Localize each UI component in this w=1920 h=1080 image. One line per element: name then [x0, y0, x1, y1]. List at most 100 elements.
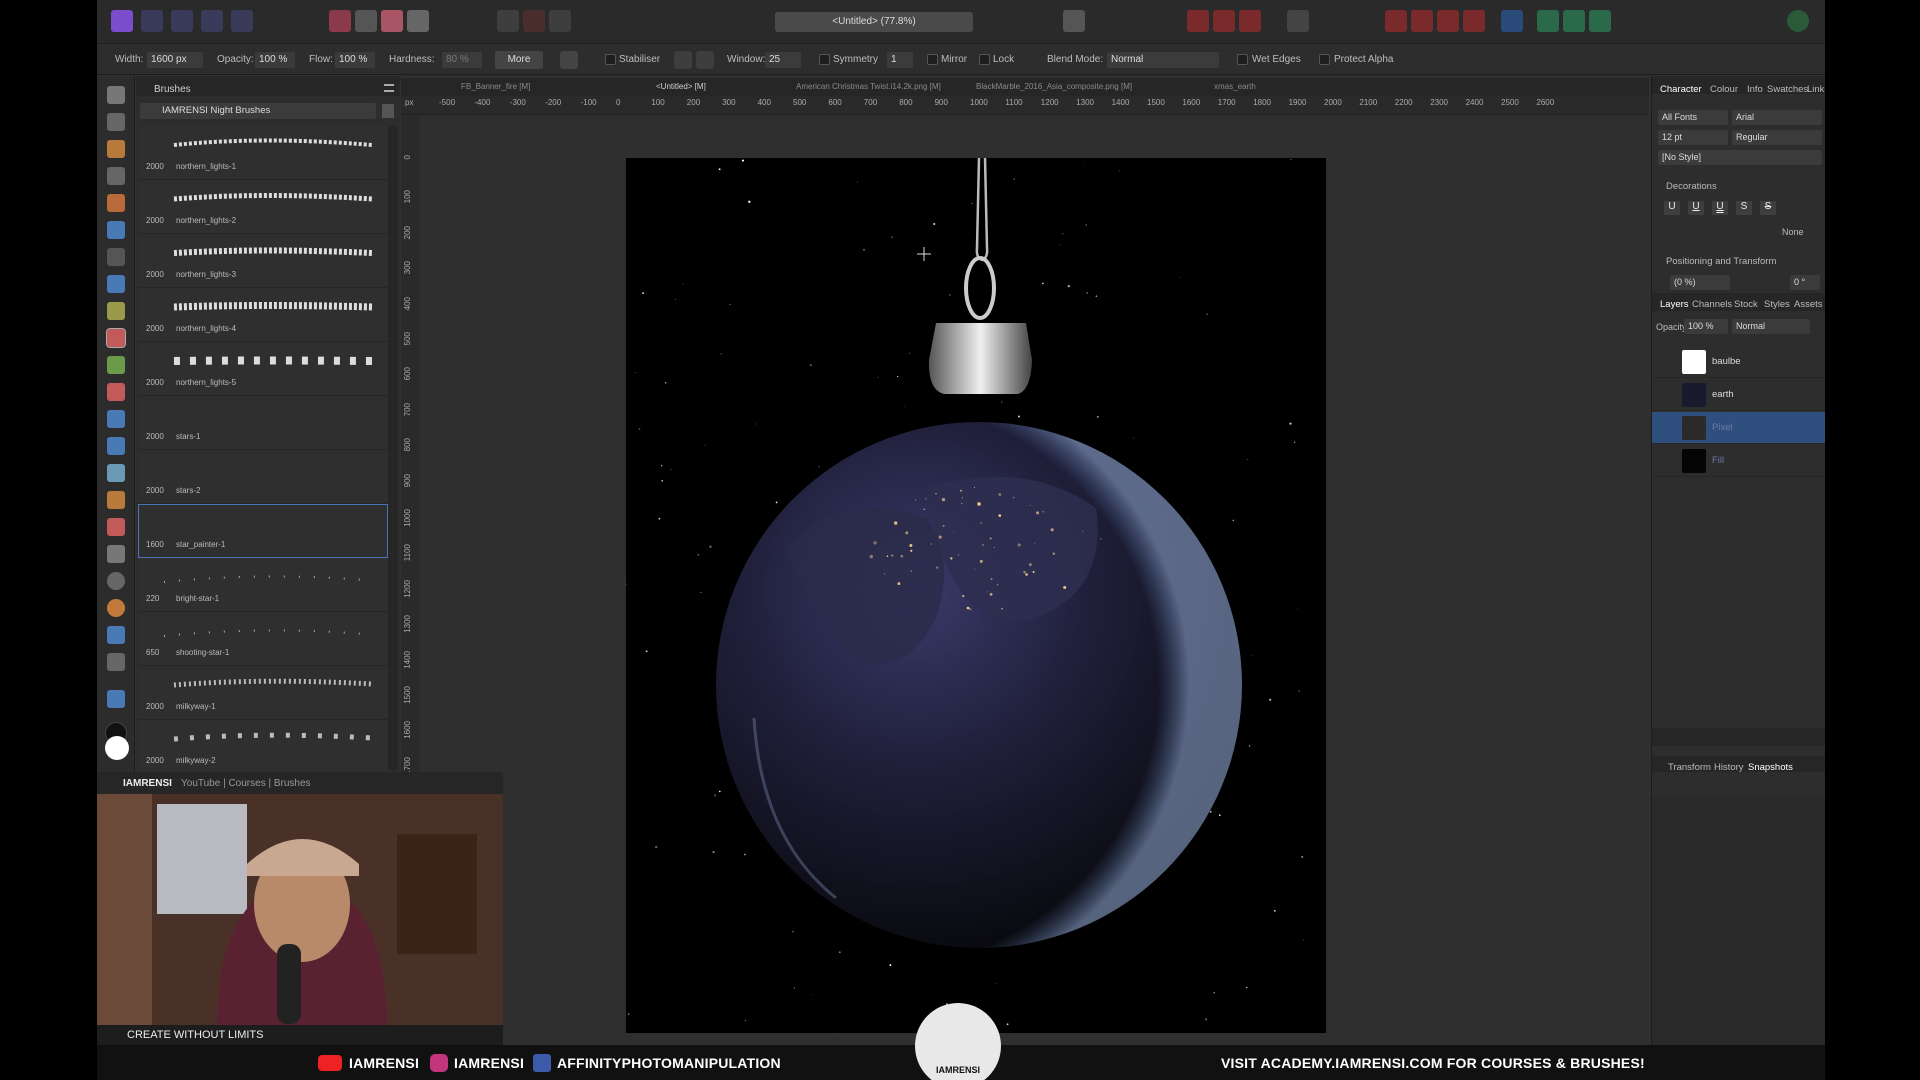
tab-transform[interactable]: Transform: [1668, 762, 1711, 773]
marquee-tool-icon[interactable]: [107, 248, 125, 266]
brush-item[interactable]: 2000 northern_lights-5: [138, 342, 388, 396]
affinity-photo-logo-icon[interactable]: [111, 10, 133, 32]
assistant-icon[interactable]: [1287, 10, 1309, 32]
brush-item[interactable]: 2000 milkyway-1: [138, 666, 388, 720]
document-settings-icon[interactable]: [329, 10, 351, 32]
brush-category-select[interactable]: IAMRENSI Night Brushes: [140, 103, 376, 119]
develop-persona-icon[interactable]: [171, 10, 193, 32]
brush-item[interactable]: 1600 star_painter-1: [138, 504, 388, 558]
auto-white-balance-icon[interactable]: [407, 10, 429, 32]
tab-info[interactable]: Info: [1747, 84, 1763, 95]
underline-double-icon[interactable]: U: [1712, 201, 1728, 215]
brush-item[interactable]: 2000 northern_lights-4: [138, 288, 388, 342]
healing-brush-tool-icon[interactable]: [107, 464, 125, 482]
opacity-field[interactable]: 100 %: [255, 52, 295, 68]
brush-item[interactable]: 650 shooting-star-1: [138, 612, 388, 666]
mesh-warp-tool-icon[interactable]: [107, 653, 125, 671]
stabiliser-checkbox[interactable]: [605, 54, 616, 65]
tab-stock[interactable]: Stock: [1734, 299, 1758, 310]
tab-assets[interactable]: Assets: [1794, 299, 1823, 310]
move-backward-icon[interactable]: [1437, 10, 1459, 32]
panel-menu-icon[interactable]: [384, 84, 394, 92]
tab-xmas-earth[interactable]: xmas_earth: [1214, 82, 1256, 91]
symmetry-checkbox[interactable]: [819, 54, 830, 65]
tab-american-christmas[interactable]: American Christmas Twist.i14.2k.png [M]: [796, 82, 941, 91]
crop-tool-icon[interactable]: [107, 167, 125, 185]
magnet-icon[interactable]: [1239, 10, 1261, 32]
tab-blackmarble[interactable]: BlackMarble_2016_Asia_composite.png [M]: [976, 82, 1132, 91]
font-family-select[interactable]: Arial: [1732, 110, 1822, 125]
brush-item[interactable]: 2000 milkyway-2: [138, 720, 388, 772]
tab-styles[interactable]: Styles: [1764, 299, 1790, 310]
tab-snapshots[interactable]: Snapshots: [1748, 762, 1793, 773]
boolean-intersect-icon[interactable]: [1589, 10, 1611, 32]
width-field[interactable]: 1600 px: [147, 52, 203, 68]
pen-tool-icon[interactable]: [107, 545, 125, 563]
account-icon[interactable]: [1787, 10, 1809, 32]
brush-menu-icon[interactable]: [382, 104, 394, 118]
brushes-tab[interactable]: Brushes: [154, 84, 191, 95]
layer-row[interactable]: baulbe: [1652, 346, 1825, 378]
primary-colour-swatch[interactable]: [105, 736, 129, 760]
blend-mode-select[interactable]: Normal: [1107, 52, 1219, 68]
tab-links[interactable]: Links: [1807, 84, 1825, 95]
font-collection-select[interactable]: All Fonts: [1658, 110, 1728, 125]
move-to-front-icon[interactable]: [1385, 10, 1407, 32]
window-field[interactable]: 25: [765, 52, 801, 68]
document-title[interactable]: <Untitled> (77.8%): [775, 12, 973, 32]
font-size-field[interactable]: 12 pt: [1658, 130, 1728, 145]
layer-row[interactable]: Fill: [1652, 445, 1825, 477]
gradient-tool-icon[interactable]: [107, 302, 125, 320]
document-canvas[interactable]: [626, 158, 1326, 1033]
arrange-icon[interactable]: [1213, 10, 1235, 32]
tab-layers[interactable]: Layers: [1660, 299, 1689, 310]
snapping-icon[interactable]: [1187, 10, 1209, 32]
tab-channels[interactable]: Channels: [1692, 299, 1732, 310]
strikethrough-icon[interactable]: S: [1736, 201, 1752, 215]
brush-settings-icon[interactable]: [560, 51, 578, 69]
brush-item[interactable]: 2000 northern_lights-3: [138, 234, 388, 288]
tab-untitled[interactable]: <Untitled> [M]: [656, 82, 706, 91]
move-forward-icon[interactable]: [1411, 10, 1433, 32]
layer-opacity-field[interactable]: 100 %: [1684, 319, 1728, 334]
move-to-back-icon[interactable]: [1463, 10, 1485, 32]
underline-icon[interactable]: U: [1664, 201, 1680, 215]
view-tool-icon[interactable]: [107, 86, 125, 104]
wet-edges-checkbox[interactable]: [1237, 54, 1248, 65]
font-style-select[interactable]: Regular: [1732, 130, 1822, 145]
layer-row[interactable]: earth: [1652, 379, 1825, 411]
erase-brush-tool-icon[interactable]: [107, 383, 125, 401]
tone-mapping-persona-icon[interactable]: [201, 10, 223, 32]
text-tool-icon[interactable]: [107, 626, 125, 644]
blur-brush-tool-icon[interactable]: [107, 410, 125, 428]
selection-mode-icon[interactable]: [497, 10, 519, 32]
flow-field[interactable]: 100 %: [335, 52, 375, 68]
tab-swatches[interactable]: Swatches: [1767, 84, 1808, 95]
deselect-icon[interactable]: [523, 10, 545, 32]
protect-alpha-checkbox[interactable]: [1319, 54, 1330, 65]
clone-brush-tool-icon[interactable]: [107, 437, 125, 455]
quick-mask-icon[interactable]: [1063, 10, 1085, 32]
export-persona-icon[interactable]: [231, 10, 253, 32]
layer-blend-select[interactable]: Normal: [1732, 319, 1810, 334]
brush-item[interactable]: 2000 stars-2: [138, 450, 388, 504]
positioning-section[interactable]: Positioning and Transform: [1666, 256, 1776, 267]
selection-brush-tool-icon[interactable]: [107, 194, 125, 212]
layer-row[interactable]: Pixel: [1652, 412, 1825, 444]
dodge-brush-tool-icon[interactable]: [107, 356, 125, 374]
strikethrough-single-icon[interactable]: S: [1760, 201, 1776, 215]
zoom-tool-icon[interactable]: [107, 690, 125, 708]
lock-checkbox[interactable]: [979, 54, 990, 65]
brushes-scrollbar[interactable]: [388, 126, 398, 770]
colour-picker-tool-icon[interactable]: [107, 140, 125, 158]
liquify-persona-icon[interactable]: [141, 10, 163, 32]
brush-item[interactable]: 2000 stars-1: [138, 396, 388, 450]
more-button[interactable]: More: [495, 51, 543, 69]
boolean-subtract-icon[interactable]: [1563, 10, 1585, 32]
alignment-icon[interactable]: [1501, 10, 1523, 32]
tracking-field[interactable]: (0 %): [1670, 275, 1730, 290]
shape-tool-icon[interactable]: [107, 599, 125, 617]
rotation-field[interactable]: 0 °: [1790, 275, 1820, 290]
mirror-checkbox[interactable]: [927, 54, 938, 65]
flood-select-tool-icon[interactable]: [107, 221, 125, 239]
